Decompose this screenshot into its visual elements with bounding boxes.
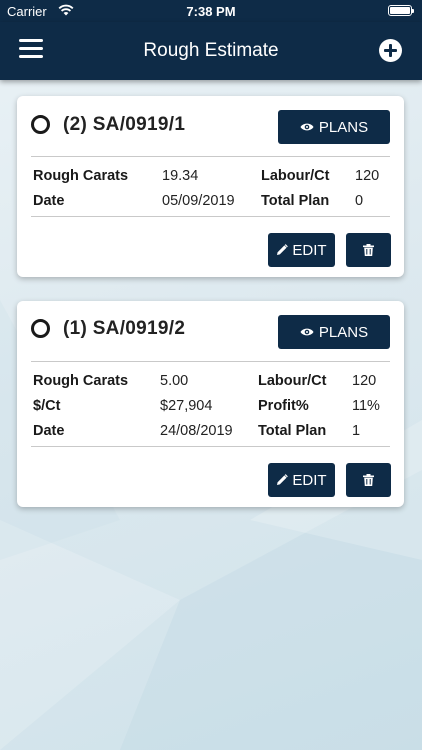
plans-button[interactable]: PLANS: [278, 315, 390, 349]
estimate-code: (1) SA/0919/2: [63, 318, 186, 339]
field-label: $/Ct: [33, 398, 61, 414]
field-label: Total Plan: [261, 193, 330, 209]
divider: [31, 446, 390, 447]
divider: [31, 361, 390, 362]
add-circle-icon[interactable]: [379, 39, 402, 62]
pencil-icon: [277, 244, 289, 255]
field-label: Rough Carats: [33, 168, 129, 184]
field-label: Labour/Ct: [258, 373, 327, 389]
status-bar: Carrier 7:38 PM: [0, 0, 422, 22]
plans-label: PLANS: [318, 323, 369, 341]
field-value: 24/08/2019: [160, 423, 233, 439]
field-label: Date: [33, 423, 65, 439]
field-value: 5.00: [160, 373, 189, 389]
field-label: Profit%: [258, 398, 309, 414]
field-label: Labour/Ct: [261, 168, 330, 184]
estimate-code: (2) SA/0919/1: [63, 114, 186, 135]
battery-icon: [388, 5, 414, 16]
select-radio[interactable]: [31, 115, 50, 134]
field-value: 05/09/2019: [162, 193, 235, 209]
trash-icon: [363, 244, 374, 256]
nav-bar: Rough Estimate: [0, 22, 422, 80]
field-label: Date: [33, 193, 65, 209]
eye-icon: [300, 328, 314, 336]
estimate-card: (2) SA/0919/1 PLANS Rough Carats 19.34 L…: [17, 96, 404, 277]
field-label: Total Plan: [258, 423, 327, 439]
divider: [31, 156, 390, 157]
plans-label: PLANS: [318, 118, 369, 136]
field-value: 120: [352, 373, 377, 389]
edit-label: EDIT: [292, 471, 327, 489]
delete-button[interactable]: [346, 463, 391, 497]
field-label: Rough Carats: [33, 373, 129, 389]
field-value: 19.34: [162, 168, 199, 184]
edit-button[interactable]: EDIT: [268, 463, 335, 497]
edit-button[interactable]: EDIT: [268, 233, 335, 267]
edit-label: EDIT: [292, 241, 327, 259]
clock: 7:38 PM: [186, 4, 236, 19]
estimate-card: (1) SA/0919/2 PLANS Rough Carats 5.00 La…: [17, 301, 404, 507]
field-value: 1: [352, 423, 361, 439]
eye-icon: [300, 123, 314, 131]
field-value: 120: [355, 168, 380, 184]
plans-button[interactable]: PLANS: [278, 110, 390, 144]
select-radio[interactable]: [31, 319, 50, 338]
pencil-icon: [277, 474, 289, 485]
page-title: Rough Estimate: [143, 40, 279, 61]
field-value: 11%: [352, 398, 380, 414]
field-value: $27,904: [160, 398, 213, 414]
divider: [31, 216, 390, 217]
delete-button[interactable]: [346, 233, 391, 267]
field-value: 0: [355, 193, 364, 209]
trash-icon: [363, 474, 374, 486]
